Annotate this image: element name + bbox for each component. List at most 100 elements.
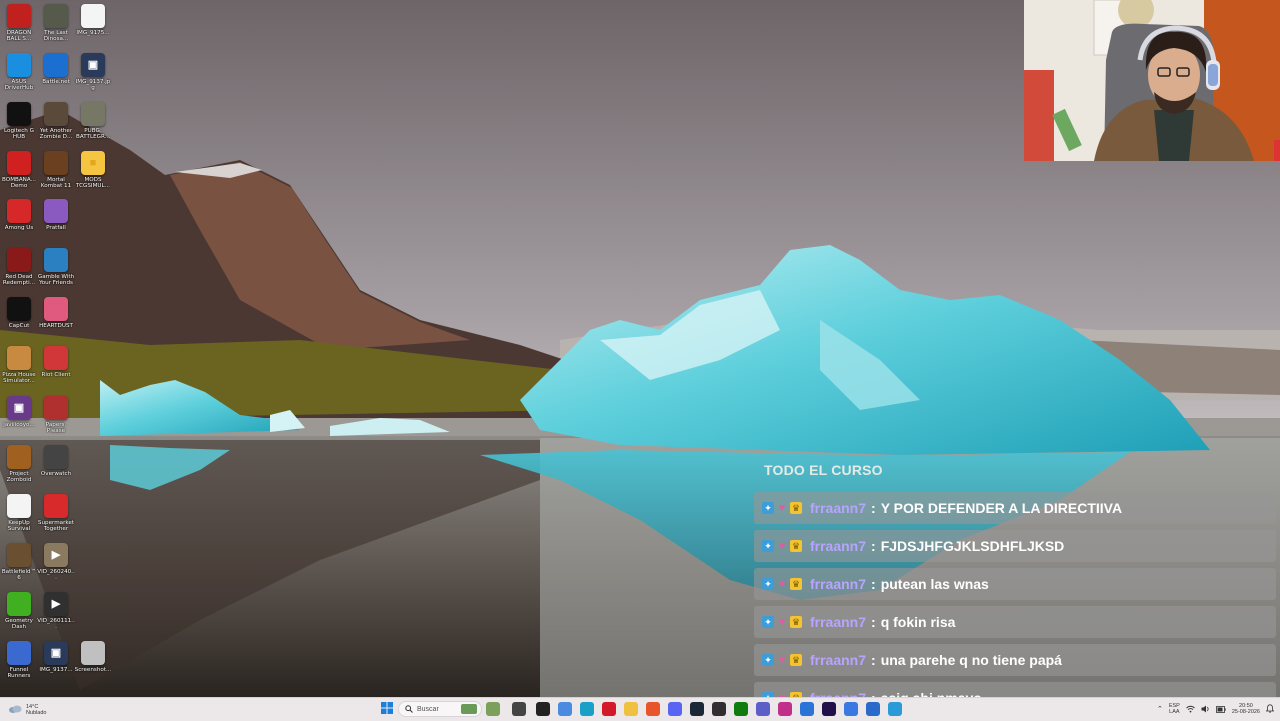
prime-badge-icon: ✦ bbox=[762, 540, 774, 552]
crown-badge-icon: ♛ bbox=[790, 654, 802, 666]
language-indicator[interactable]: ESP LAA bbox=[1169, 703, 1180, 715]
chat-separator: : bbox=[871, 500, 876, 516]
heart-badge-icon: ♥ bbox=[778, 539, 786, 552]
start-button[interactable] bbox=[380, 702, 394, 716]
desktop-shortcut-label: CapCut bbox=[8, 323, 30, 329]
taskbar-task-view-icon[interactable] bbox=[512, 702, 526, 716]
taskbar-discord-icon[interactable] bbox=[668, 702, 682, 716]
desktop-shortcut[interactable]: Red Dead Redempti... bbox=[0, 248, 38, 287]
taskbar-opera-icon[interactable] bbox=[602, 702, 616, 716]
desktop-shortcut[interactable]: BOMBANA... Demo bbox=[0, 151, 38, 190]
file-icon bbox=[7, 494, 31, 518]
desktop-icon-grid: DRAGON BALL S... The Last Dinosa... IMG_91… bbox=[0, 0, 120, 690]
desktop-shortcut-label: HEARTDUST bbox=[39, 323, 73, 329]
image-icon: ▣ bbox=[7, 396, 31, 420]
prime-badge-icon: ✦ bbox=[762, 616, 774, 628]
taskbar-explorer-icon[interactable] bbox=[624, 702, 638, 716]
taskbar-search-box[interactable]: Buscar bbox=[398, 701, 482, 717]
desktop-shortcut[interactable]: ■ MODS TCGSIMUL... bbox=[74, 151, 112, 190]
desktop-shortcut[interactable]: Screenshot... bbox=[74, 641, 112, 673]
desktop-shortcut[interactable]: Supermarket Together bbox=[37, 494, 75, 533]
desktop-shortcut[interactable]: CapCut bbox=[0, 297, 38, 329]
taskbar-capture-icon[interactable] bbox=[888, 702, 902, 716]
desktop-shortcut[interactable]: ▶ VID_260111... bbox=[37, 592, 75, 631]
desktop-shortcut[interactable]: ASUS DriverHub bbox=[0, 53, 38, 92]
desktop-shortcut[interactable]: Gamble With Your Friends bbox=[37, 248, 75, 287]
desktop-shortcut[interactable]: Papers, Please bbox=[37, 396, 75, 435]
taskbar-teams-icon[interactable] bbox=[756, 702, 770, 716]
chat-username: frraann7 bbox=[810, 576, 867, 592]
prime-badge-icon: ✦ bbox=[762, 654, 774, 666]
taskbar-copilot-icon[interactable] bbox=[558, 702, 572, 716]
desktop-shortcut-label: Project Zomboid bbox=[6, 471, 32, 484]
desktop-shortcut[interactable]: ▣ IMG_9137.jpg bbox=[74, 53, 112, 92]
desktop-shortcut[interactable]: Logitech G HUB bbox=[0, 102, 38, 141]
desktop-shortcut[interactable]: Funnel Runners bbox=[0, 641, 38, 680]
desktop-shortcut[interactable]: Pratfall bbox=[37, 199, 75, 231]
chat-text: q fokin risa bbox=[880, 614, 956, 630]
taskbar-gallery-icon[interactable] bbox=[486, 702, 500, 716]
desktop-shortcut[interactable]: Mortal Kombat 11 bbox=[37, 151, 75, 190]
notification-bell-icon[interactable] bbox=[1265, 700, 1275, 718]
desktop-shortcut[interactable]: IMG_9175... bbox=[74, 4, 112, 36]
desktop-shortcut-label: VID_260111... bbox=[37, 618, 75, 631]
chat-message: ✦ ♥ ♛ frraann7: putean las wnas bbox=[754, 568, 1276, 600]
desktop-shortcut-label: Mortal Kombat 11 bbox=[40, 177, 72, 190]
screenshot-icon bbox=[81, 641, 105, 665]
desktop-shortcut[interactable]: Project Zomboid bbox=[0, 445, 38, 484]
taskbar-brave-icon[interactable] bbox=[646, 702, 660, 716]
desktop-shortcut-label: ASUS DriverHub bbox=[4, 79, 34, 92]
taskbar-premiere-icon[interactable] bbox=[822, 702, 836, 716]
taskbar-steam-icon[interactable] bbox=[690, 702, 704, 716]
volume-icon[interactable] bbox=[1201, 700, 1210, 718]
chat-text: FJDSJHFGJKLSDHFLJKSD bbox=[880, 538, 1065, 554]
desktop-shortcut[interactable]: Battle.net bbox=[37, 53, 75, 85]
desktop-shortcut-label: Geometry Dash bbox=[5, 618, 33, 631]
desktop-shortcut[interactable]: Geometry Dash bbox=[0, 592, 38, 631]
car-icon bbox=[7, 151, 31, 175]
desktop-shortcut[interactable]: KeepUp Survival bbox=[0, 494, 38, 533]
asus-icon bbox=[7, 53, 31, 77]
video-icon: ▶ bbox=[44, 543, 68, 567]
battery-icon[interactable] bbox=[1215, 700, 1226, 718]
desktop-shortcut[interactable]: The Last Dinosa... bbox=[37, 4, 75, 43]
desktop-shortcut-label: Among Us bbox=[4, 225, 34, 231]
taskbar-chrome-icon[interactable] bbox=[844, 702, 858, 716]
game-icon bbox=[44, 4, 68, 28]
stream-chat-overlay: TODO EL CURSO ✦ ♥ ♛ frraann7: Y POR DEFENDER… bbox=[754, 460, 1278, 697]
clock[interactable]: 20:50 25-08-2026 bbox=[1232, 703, 1260, 715]
desktop-shortcut-label: javiiicoyo... bbox=[3, 422, 35, 428]
taskbar-store-icon[interactable] bbox=[800, 702, 814, 716]
clock-date: 25-08-2026 bbox=[1231, 709, 1260, 715]
desktop-shortcut[interactable]: HEARTDUST bbox=[37, 297, 75, 329]
desktop-shortcut[interactable]: Yet Another Zombie D... bbox=[37, 102, 75, 141]
desktop-shortcut[interactable]: Overwatch bbox=[37, 445, 75, 477]
funnel-icon bbox=[7, 641, 31, 665]
desktop-shortcut[interactable]: Among Us bbox=[0, 199, 38, 231]
desktop-shortcut[interactable]: ▣ javiiicoyo... bbox=[0, 396, 38, 428]
desktop-shortcut-label: Battle.net bbox=[42, 79, 70, 85]
taskbar-terminal-icon[interactable] bbox=[536, 702, 550, 716]
wifi-icon[interactable] bbox=[1186, 700, 1195, 718]
taskbar-edge-icon[interactable] bbox=[580, 702, 594, 716]
capcut-icon bbox=[7, 297, 31, 321]
taskbar-obs-icon[interactable] bbox=[712, 702, 726, 716]
desktop-shortcut[interactable]: DRAGON BALL S... bbox=[0, 4, 38, 43]
chat-separator: : bbox=[871, 576, 876, 592]
desktop-shortcut[interactable]: Pizza House Simulator... bbox=[0, 346, 38, 385]
chevron-up-icon[interactable]: ⌃ bbox=[1157, 705, 1163, 713]
taskbar-photos-icon[interactable] bbox=[866, 702, 880, 716]
image-icon: ▣ bbox=[44, 641, 68, 665]
desktop-shortcut[interactable]: ▣ IMG_9137... bbox=[37, 641, 75, 673]
heart-badge-icon: ♥ bbox=[778, 501, 786, 514]
heart-badge-icon: ♥ bbox=[778, 615, 786, 628]
desktop-shortcut[interactable]: ▶ VID_260240... bbox=[37, 543, 75, 582]
taskbar-xbox-icon[interactable] bbox=[734, 702, 748, 716]
desktop-shortcut[interactable]: Battlefield™ 6 bbox=[0, 543, 38, 582]
desktop-shortcut[interactable]: PUBG: BATTLEGR... bbox=[74, 102, 112, 141]
desktop-shortcut[interactable]: Riot Client bbox=[37, 346, 75, 378]
weather-widget[interactable]: 14°C Nublado bbox=[8, 701, 47, 719]
language-layout: LAA bbox=[1169, 709, 1180, 715]
taskbar-app-icon[interactable] bbox=[778, 702, 792, 716]
chat-message: ✦ ♥ ♛ frraann7: Y POR DEFENDER A LA DIRECTII… bbox=[754, 492, 1276, 524]
